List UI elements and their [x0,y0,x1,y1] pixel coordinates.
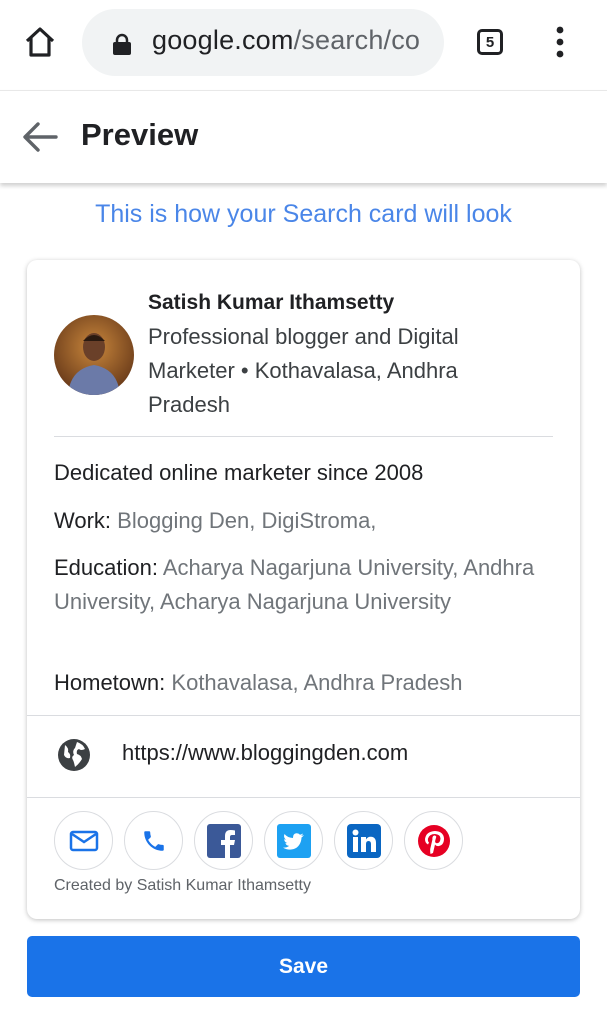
profile-description: Professional blogger and Digital Markete… [148,324,459,417]
divider [27,715,580,716]
mail-icon[interactable] [54,811,113,870]
twitter-icon[interactable] [264,811,323,870]
url-path: /search/co [293,25,421,55]
tab-switcher-button[interactable]: 5 [477,29,503,55]
url-host: google.com [152,25,294,55]
divider [54,436,553,437]
hometown-value: Kothavalasa, Andhra Pradesh [171,670,463,695]
work-row: Work: Blogging Den, DigiStroma, [54,504,544,538]
search-card-preview: Satish Kumar Ithamsetty Professional blo… [27,260,580,919]
work-value: Blogging Den, DigiStroma, [117,508,377,533]
browser-toolbar: google.com/search/co 5 [0,0,607,90]
divider [27,797,580,798]
profile-name: Satish Kumar Ithamsetty [148,291,395,314]
education-label: Education: [54,555,158,580]
website-link[interactable]: https://www.bloggingden.com [122,740,408,766]
app-bar: Preview [0,90,607,183]
back-arrow-icon[interactable] [18,115,62,159]
lock-icon [112,33,132,55]
hometown-row: Hometown: Kothavalasa, Andhra Pradesh [54,666,544,700]
work-label: Work: [54,508,112,533]
created-by-caption: Created by Satish Kumar Ithamsetty [54,877,311,894]
save-button[interactable]: Save [27,936,580,997]
preview-subtitle: This is how your Search card will look [95,200,512,228]
tagline: Dedicated online marketer since 2008 [54,460,424,485]
address-bar[interactable]: google.com/search/co [82,9,444,76]
education-row: Education: Acharya Nagarjuna University,… [54,551,544,619]
more-options-icon[interactable] [548,24,572,60]
phone-icon[interactable] [124,811,183,870]
home-icon[interactable] [22,24,58,60]
linkedin-icon[interactable] [334,811,393,870]
contact-buttons [54,811,463,873]
url-text: google.com/search/co [152,25,420,56]
page-title: Preview [81,117,199,152]
facebook-icon[interactable] [194,811,253,870]
hometown-label: Hometown: [54,670,166,695]
avatar [54,315,134,395]
globe-icon [57,738,91,772]
pinterest-icon[interactable] [404,811,463,870]
